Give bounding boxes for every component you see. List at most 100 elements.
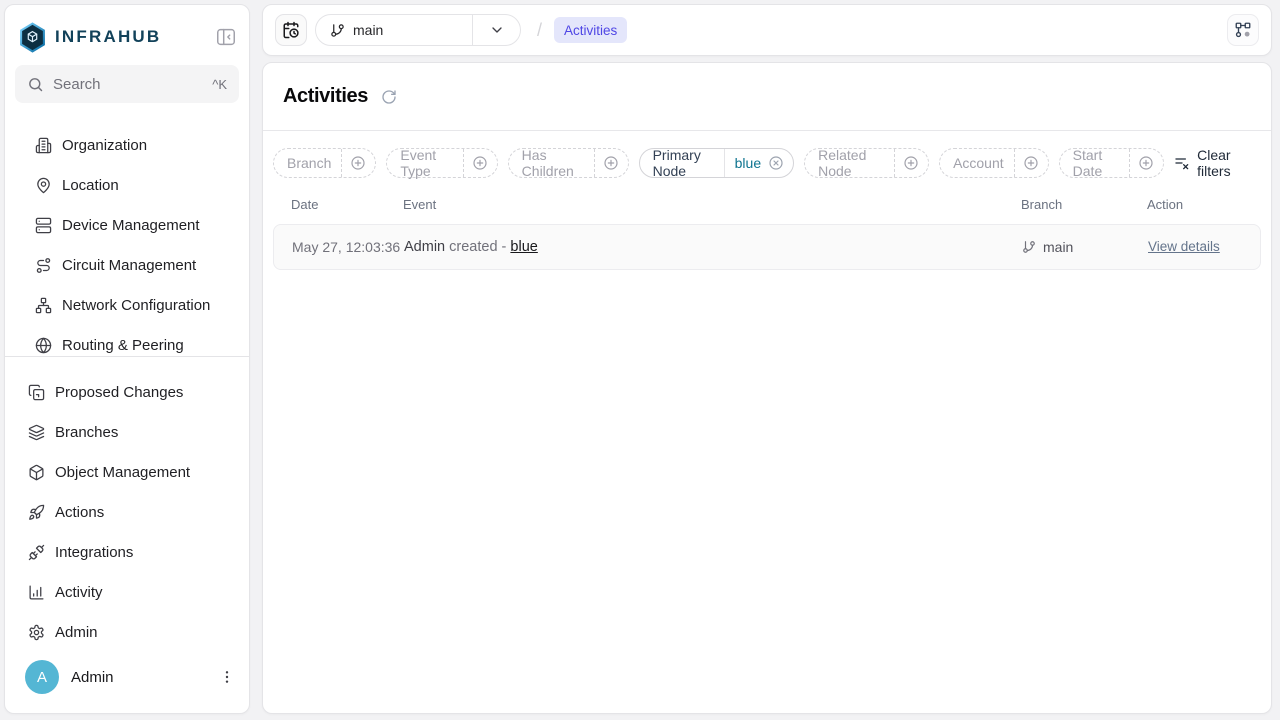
row-branch: main — [1022, 239, 1148, 255]
filter-chip-label: Event Type — [387, 149, 462, 177]
plus-circle-icon[interactable] — [341, 149, 375, 177]
layers-icon — [28, 424, 45, 441]
filter-chip-label: Start Date — [1060, 149, 1129, 177]
sidebar-menu-secondary: Proposed Changes Branches Object Managem… — [5, 372, 249, 652]
sidebar-item-branches[interactable]: Branches — [5, 412, 249, 452]
chevron-down-icon — [489, 22, 505, 38]
filter-chip-label: Has Children — [509, 149, 594, 177]
filter-chip-primary-node[interactable]: Primary Node blue — [639, 148, 795, 178]
row-branch-name: main — [1043, 239, 1073, 255]
sidebar-item-label: Network Configuration — [62, 297, 210, 314]
sidebar-item-routing-peering[interactable]: Routing & Peering — [5, 325, 249, 354]
filter-chip-value: blue — [735, 155, 761, 171]
sidebar-item-label: Activity — [55, 584, 103, 601]
sidebar-item-label: Proposed Changes — [55, 384, 183, 401]
sidebar: INFRAHUB Search ^K Organization — [4, 4, 250, 714]
schema-button[interactable] — [1227, 14, 1259, 46]
sidebar-item-label: Location — [62, 177, 119, 194]
filter-chip-label: Primary Node — [640, 149, 724, 177]
top-bar: main / Activities — [262, 4, 1272, 56]
filter-x-icon — [1174, 155, 1190, 171]
sidebar-item-actions[interactable]: Actions — [5, 492, 249, 532]
sidebar-header: INFRAHUB — [5, 15, 249, 59]
brand-wordmark: INFRAHUB — [55, 27, 161, 47]
plug-icon — [28, 544, 45, 561]
filter-chip-label: Account — [940, 149, 1014, 177]
filter-chip-branch[interactable]: Branch — [273, 148, 376, 178]
event-object-link[interactable]: blue — [510, 239, 537, 255]
refresh-icon[interactable] — [381, 89, 397, 105]
clear-filters-label: Clear filters — [1197, 147, 1255, 179]
plus-circle-icon[interactable] — [1129, 149, 1163, 177]
sidebar-collapse-icon[interactable] — [215, 26, 237, 48]
box-icon — [28, 464, 45, 481]
filter-bar: Branch Event Type Has Children Primary N… — [263, 131, 1271, 179]
sidebar-item-circuit-management[interactable]: Circuit Management — [5, 245, 249, 285]
sidebar-item-proposed-changes[interactable]: Proposed Changes — [5, 372, 249, 412]
avatar: A — [25, 660, 59, 694]
main-content: Activities Branch Event Type Has Childre… — [262, 62, 1272, 714]
bar-chart-icon — [28, 584, 45, 601]
filter-chip-related-node[interactable]: Related Node — [804, 148, 929, 178]
sidebar-item-label: Organization — [62, 137, 147, 154]
sidebar-item-network-configuration[interactable]: Network Configuration — [5, 285, 249, 325]
sidebar-item-admin[interactable]: Admin — [5, 612, 249, 652]
x-circle-icon[interactable] — [768, 155, 784, 171]
search-input[interactable]: Search ^K — [15, 65, 239, 103]
search-icon — [27, 76, 44, 93]
sidebar-item-activity[interactable]: Activity — [5, 572, 249, 612]
filter-chip-account[interactable]: Account — [939, 148, 1049, 178]
row-event: Admin created - blue — [404, 239, 1022, 255]
sidebar-item-label: Admin — [55, 624, 98, 641]
filter-chip-has-children[interactable]: Has Children — [508, 148, 629, 178]
sidebar-divider — [5, 356, 249, 357]
sidebar-item-object-management[interactable]: Object Management — [5, 452, 249, 492]
column-event: Event — [403, 197, 1021, 212]
plus-circle-icon[interactable] — [1014, 149, 1048, 177]
git-branch-icon — [1022, 240, 1036, 254]
infrahub-logo-icon — [19, 22, 46, 53]
more-vertical-icon[interactable] — [219, 669, 235, 685]
plus-circle-icon[interactable] — [894, 149, 928, 177]
route-icon — [35, 257, 52, 274]
clear-filters-button[interactable]: Clear filters — [1174, 147, 1259, 179]
event-verb: created - — [449, 239, 506, 255]
network-icon — [35, 297, 52, 314]
branch-selector[interactable]: main — [315, 14, 521, 46]
breadcrumb-current[interactable]: Activities — [554, 17, 627, 43]
sidebar-item-label: Object Management — [55, 464, 190, 481]
sidebar-item-integrations[interactable]: Integrations — [5, 532, 249, 572]
row-action: View details — [1148, 238, 1260, 256]
building-icon — [35, 137, 52, 154]
map-pin-icon — [35, 177, 52, 194]
table-header: Date Event Branch Action — [273, 179, 1261, 224]
column-branch: Branch — [1021, 197, 1147, 212]
user-menu[interactable]: A Admin — [5, 655, 249, 699]
rocket-icon — [28, 504, 45, 521]
time-travel-button[interactable] — [275, 14, 307, 46]
filter-chip-label: Branch — [274, 149, 341, 177]
server-icon — [35, 217, 52, 234]
sidebar-item-device-management[interactable]: Device Management — [5, 205, 249, 245]
git-branch-icon — [330, 23, 345, 38]
page-title: Activities — [283, 85, 368, 108]
table-row[interactable]: May 27, 12:03:36 Admin created - blue ma… — [273, 224, 1261, 270]
view-details-link[interactable]: View details — [1148, 239, 1220, 254]
plus-circle-icon[interactable] — [463, 149, 497, 177]
sidebar-item-label: Branches — [55, 424, 118, 441]
sidebar-item-label: Circuit Management — [62, 257, 196, 274]
filter-chip-event-type[interactable]: Event Type — [386, 148, 497, 178]
branch-selector-caret[interactable] — [472, 15, 520, 45]
plus-circle-icon[interactable] — [594, 149, 628, 177]
sidebar-item-location[interactable]: Location — [5, 165, 249, 205]
filter-chip-start-date[interactable]: Start Date — [1059, 148, 1164, 178]
event-actor: Admin — [404, 239, 445, 255]
row-date: May 27, 12:03:36 — [292, 239, 404, 255]
column-action: Action — [1147, 197, 1261, 212]
sidebar-item-organization[interactable]: Organization — [5, 125, 249, 165]
brand[interactable]: INFRAHUB — [19, 22, 215, 53]
search-placeholder: Search — [53, 76, 203, 93]
sidebar-item-label: Integrations — [55, 544, 133, 561]
column-date: Date — [291, 197, 403, 212]
search-shortcut: ^K — [212, 77, 227, 92]
